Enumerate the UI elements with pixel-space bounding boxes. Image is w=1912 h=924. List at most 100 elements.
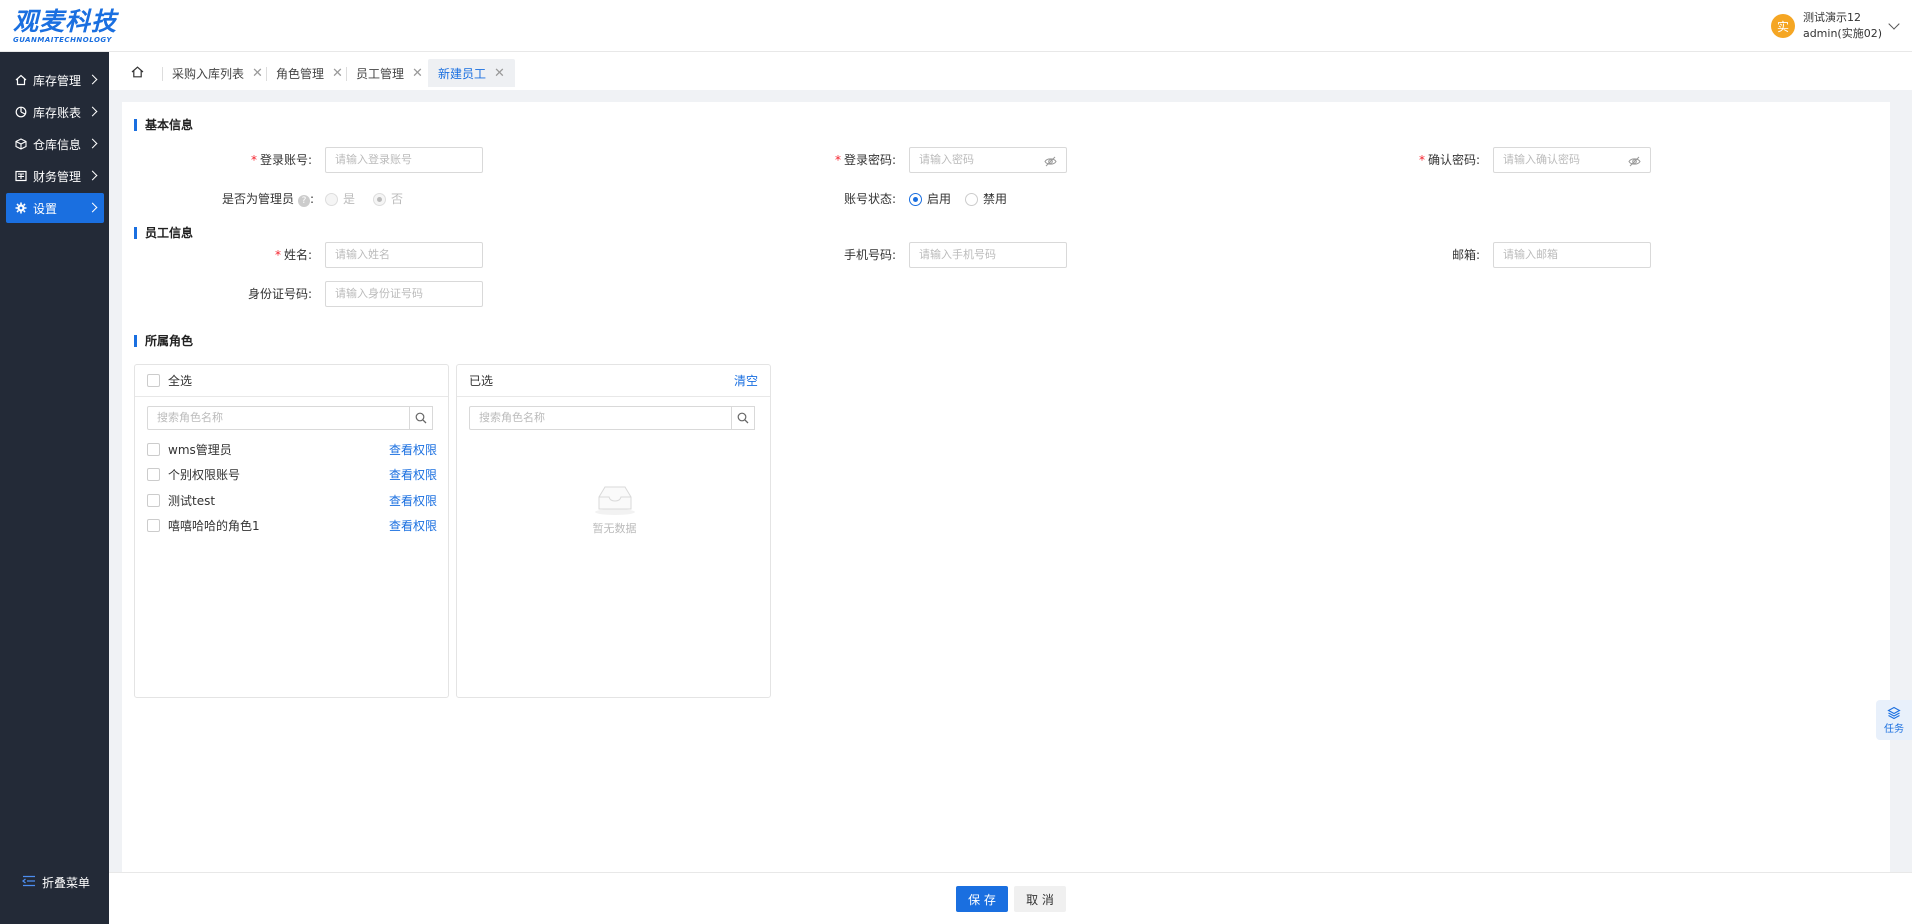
home-icon bbox=[131, 65, 144, 81]
sidebar-item-label: 财务管理 bbox=[33, 169, 82, 184]
user-info: 测试演示12 admin(实施02) bbox=[1803, 10, 1882, 42]
sidebar-item-finance[interactable]: 财务管理 bbox=[6, 161, 104, 191]
tab-home[interactable] bbox=[121, 59, 154, 87]
list-item: 个别权限账号 查看权限 bbox=[147, 464, 437, 484]
section-title-roles: 所属角色 bbox=[134, 335, 193, 347]
radio-admin-no[interactable] bbox=[373, 192, 387, 206]
chevron-right-icon bbox=[87, 170, 98, 181]
account-status-label: 账号状态: bbox=[843, 192, 896, 206]
radio-status-enabled-label: 启用 bbox=[927, 192, 952, 206]
role-name: 个别权限账号 bbox=[168, 467, 241, 482]
sidebar: 库存管理 库存账表 仓库信息 财务管理 设置 折叠菜单 bbox=[0, 52, 109, 924]
radio-admin-yes[interactable] bbox=[325, 192, 338, 206]
tab-label: 采购入库列表 bbox=[172, 66, 245, 81]
is-admin-label-text: 是否为管理员 bbox=[221, 192, 294, 206]
search-button[interactable] bbox=[731, 406, 755, 430]
view-permission-link[interactable]: 查看权限 bbox=[389, 492, 437, 509]
confirm-password-input[interactable]: 请输入确认密码 bbox=[1493, 147, 1651, 173]
selected-title: 已选 bbox=[469, 374, 494, 388]
save-button[interactable]: 保 存 bbox=[956, 886, 1008, 912]
search-icon bbox=[737, 412, 749, 424]
collapse-menu-button[interactable]: 折叠菜单 bbox=[21, 874, 91, 891]
close-icon[interactable]: ✕ bbox=[412, 66, 423, 81]
email-input[interactable]: 请输入邮箱 bbox=[1493, 242, 1651, 268]
chevron-right-icon bbox=[87, 106, 98, 117]
is-admin-radio-group: 是 否 bbox=[325, 186, 403, 212]
sidebar-item-label: 库存账表 bbox=[33, 105, 82, 120]
brand-subtitle: GUANMAITECHNOLOGY bbox=[13, 36, 112, 44]
role-source-header: 全选 bbox=[135, 365, 448, 397]
sidebar-item-inventory[interactable]: 库存管理 bbox=[6, 65, 104, 95]
tab-new-employee[interactable]: 新建员工 ✕ bbox=[428, 59, 515, 87]
close-icon[interactable]: ✕ bbox=[252, 66, 263, 81]
radio-status-enabled[interactable] bbox=[909, 192, 922, 206]
radio-admin-no-label: 否 bbox=[391, 192, 404, 206]
role-checkbox[interactable] bbox=[147, 518, 160, 532]
tab-label: 角色管理 bbox=[276, 66, 325, 81]
name-input[interactable]: 请输入姓名 bbox=[325, 242, 483, 268]
box-icon bbox=[14, 138, 27, 151]
user-menu[interactable]: 实 测试演示12 admin(实施02) bbox=[1770, 10, 1900, 42]
phone-input[interactable]: 请输入手机号码 bbox=[909, 242, 1067, 268]
id-card-placeholder: 请输入身份证号码 bbox=[335, 287, 423, 300]
close-icon[interactable]: ✕ bbox=[494, 66, 505, 81]
login-password-input[interactable]: 请输入密码 bbox=[909, 147, 1067, 173]
radio-admin-yes-label: 是 bbox=[343, 192, 356, 206]
role-source-search-input[interactable]: 搜索角色名称 bbox=[147, 406, 433, 430]
home-icon bbox=[14, 74, 27, 87]
view-permission-link[interactable]: 查看权限 bbox=[389, 441, 437, 458]
login-account-label-text: 登录账号: bbox=[259, 153, 312, 167]
id-card-input[interactable]: 请输入身份证号码 bbox=[325, 281, 483, 307]
empty-state: 暂无数据 bbox=[457, 483, 772, 536]
name-label: * 姓名: bbox=[192, 242, 312, 268]
account-status-radio-group: 启用 禁用 bbox=[909, 186, 1007, 212]
chevron-down-icon[interactable] bbox=[1888, 18, 1900, 30]
phone-placeholder: 请输入手机号码 bbox=[919, 248, 996, 261]
required-mark: * bbox=[834, 153, 841, 167]
brand-name: 观麦科技 bbox=[13, 7, 118, 36]
eye-off-icon[interactable] bbox=[1044, 153, 1057, 167]
sidebar-item-inventory-ledger[interactable]: 库存账表 bbox=[6, 97, 104, 127]
sidebar-item-settings[interactable]: 设置 bbox=[6, 193, 104, 223]
role-target-search-input[interactable]: 搜索角色名称 bbox=[469, 406, 755, 430]
is-admin-label-colon: : bbox=[309, 192, 314, 206]
radio-status-disabled-label: 禁用 bbox=[983, 192, 1008, 206]
eye-off-icon[interactable] bbox=[1628, 153, 1641, 167]
role-checkbox[interactable] bbox=[147, 467, 160, 481]
radio-status-disabled[interactable] bbox=[965, 192, 979, 206]
search-icon bbox=[415, 412, 427, 424]
tab-purchase-inbound-list[interactable]: 采购入库列表 ✕ bbox=[162, 59, 273, 87]
form-panel: 基本信息 * 登录账号: 请输入登录账号 * 登录密码: 请输入密码 * 确认密码: … bbox=[122, 102, 1890, 872]
login-password-placeholder: 请输入密码 bbox=[919, 153, 974, 166]
confirm-password-label-text: 确认密码: bbox=[1427, 153, 1480, 167]
collapse-menu-label: 折叠菜单 bbox=[42, 876, 91, 890]
chevron-right-icon bbox=[87, 74, 98, 85]
select-all-checkbox[interactable] bbox=[147, 374, 160, 387]
tab-label: 员工管理 bbox=[356, 66, 405, 81]
tab-employee-management[interactable]: 员工管理 ✕ bbox=[346, 59, 433, 87]
help-icon[interactable]: ? bbox=[297, 195, 310, 207]
empty-box-icon bbox=[594, 486, 635, 515]
sidebar-item-label: 设置 bbox=[33, 201, 58, 216]
task-float-button[interactable]: 任务 bbox=[1876, 700, 1912, 740]
close-icon[interactable]: ✕ bbox=[332, 66, 343, 81]
cancel-button[interactable]: 取 消 bbox=[1014, 886, 1066, 912]
login-account-placeholder: 请输入登录账号 bbox=[335, 153, 412, 166]
role-checkbox[interactable] bbox=[147, 493, 160, 507]
view-permission-link[interactable]: 查看权限 bbox=[389, 517, 437, 534]
empty-text: 暂无数据 bbox=[592, 522, 637, 535]
menu-fold-icon bbox=[21, 875, 36, 890]
login-account-input[interactable]: 请输入登录账号 bbox=[325, 147, 483, 173]
sidebar-item-warehouse[interactable]: 仓库信息 bbox=[6, 129, 104, 159]
id-card-label: 身份证号码: bbox=[247, 287, 312, 301]
tab-role-management[interactable]: 角色管理 ✕ bbox=[266, 59, 353, 87]
search-button[interactable] bbox=[409, 406, 433, 430]
name-placeholder: 请输入姓名 bbox=[335, 248, 390, 261]
required-mark: * bbox=[274, 248, 281, 262]
layers-icon bbox=[1887, 706, 1901, 719]
view-permission-link[interactable]: 查看权限 bbox=[389, 466, 437, 483]
is-admin-label: 是否为管理员?: bbox=[188, 186, 314, 212]
clear-button[interactable]: 清空 bbox=[734, 372, 758, 389]
role-checkbox[interactable] bbox=[147, 442, 160, 456]
brand-logo[interactable]: 观麦科技 GUANMAITECHNOLOGY bbox=[13, 7, 118, 45]
